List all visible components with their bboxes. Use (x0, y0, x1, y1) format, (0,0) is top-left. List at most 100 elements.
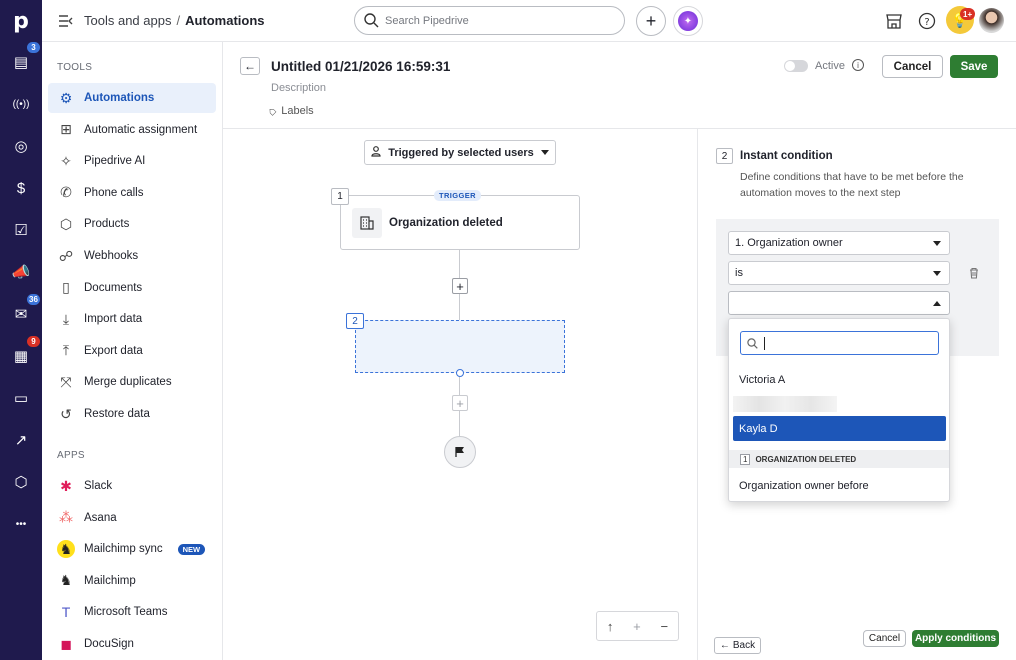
slack-icon: ✱ (60, 477, 72, 494)
organization-icon (352, 208, 382, 238)
trigger-step-label: Organization deleted (389, 217, 503, 229)
zoom-in-icon[interactable]: + (633, 619, 641, 634)
trigger-users-select[interactable]: Triggered by selected users (364, 140, 556, 165)
sidebar-item-automations[interactable]: ⚙ Automations (48, 83, 216, 113)
products-icon[interactable]: ⬡ (0, 466, 42, 498)
help-icon[interactable]: ? (918, 12, 936, 33)
sidebar-item-restore-data[interactable]: ↺ Restore data (48, 399, 216, 429)
sidebar-item-mailchimp-sync[interactable]: ♞ Mailchimp sync NEW (48, 534, 216, 564)
sidebar-item-slack[interactable]: ✱ Slack (48, 471, 216, 501)
automations-icon: ⚙ (59, 89, 73, 106)
step-number-1: 1 (331, 188, 349, 205)
panel-step-number: 2 (716, 148, 733, 164)
panel-description: Define conditions that have to be met be… (740, 171, 964, 199)
caret-down-icon (933, 241, 941, 246)
back-step-button[interactable]: ← Back (714, 637, 761, 654)
arrow-left-icon: ← (244, 59, 256, 73)
contacts-icon[interactable]: ▭ (0, 382, 42, 414)
sidebar-item-automatic-assignment[interactable]: ⊞ Automatic assignment (48, 115, 216, 145)
sidebar-item-docusign[interactable]: ◼ DocuSign (48, 629, 216, 659)
assignment-icon: ⊞ (60, 121, 72, 138)
plus-icon: + (645, 10, 657, 31)
sidebar-item-asana[interactable]: ⁂ Asana (48, 503, 216, 533)
dropdown-option[interactable]: Victoria A (739, 374, 785, 386)
active-toggle[interactable] (784, 60, 808, 72)
quick-add-button[interactable]: + (636, 6, 666, 36)
more-icon[interactable]: ••• (0, 508, 42, 540)
apps-section-label: APPS (57, 450, 85, 461)
sidebar-item-label: Asana (84, 511, 117, 524)
arrow-up-icon[interactable]: ↑ (607, 619, 614, 634)
sidebar-item-mailchimp[interactable]: ♞ Mailchimp (48, 566, 216, 596)
projects-icon[interactable]: ◎ (0, 130, 42, 162)
mailchimp-icon: ♞ (59, 572, 73, 589)
add-step-button[interactable]: + (452, 395, 468, 411)
zoom-out-icon[interactable]: − (661, 619, 669, 634)
leads-icon[interactable]: ((•)) (0, 88, 42, 120)
automation-title[interactable]: Untitled 01/21/2026 16:59:31 (271, 59, 450, 74)
cancel-button[interactable]: Cancel (882, 55, 943, 78)
breadcrumb-parent[interactable]: Tools and apps (84, 13, 171, 28)
step-number-2: 2 (346, 313, 364, 329)
insights-icon[interactable]: ↗ (0, 424, 42, 456)
trigger-tag: TRIGGER (434, 190, 481, 201)
sidebar-item-products[interactable]: ⬡ Products (48, 209, 216, 239)
sidebar-item-pipedrive-ai[interactable]: ✧ Pipedrive AI (48, 146, 216, 176)
export-icon: ⤒ (62, 342, 70, 359)
top-bar: Tools and apps / Automations Search Pipe… (42, 0, 1016, 42)
activities-icon[interactable]: ☑ (0, 214, 42, 246)
automation-header: ← Untitled 01/21/2026 16:59:31 Descripti… (223, 42, 1016, 129)
sidebar-item-phone-calls[interactable]: ✆ Phone calls (48, 178, 216, 208)
sidebar-item-label: DocuSign (84, 638, 134, 650)
dropdown-search-input[interactable] (740, 331, 939, 355)
apply-conditions-button[interactable]: Apply conditions (912, 630, 999, 647)
operator-select[interactable]: is (728, 261, 950, 285)
back-button[interactable]: ← (240, 57, 260, 75)
new-badge: NEW (177, 543, 206, 555)
add-step-button[interactable]: + (452, 278, 468, 294)
field-select[interactable]: 1. Organization owner (728, 231, 950, 255)
active-label: Active (815, 60, 845, 72)
sidebar-item-label: Products (84, 218, 130, 231)
sidebar-item-label: Slack (84, 480, 113, 492)
tag-icon: ⌂ (264, 103, 280, 119)
marketplace-icon[interactable] (885, 12, 903, 33)
money-icon[interactable]: $ (0, 172, 42, 204)
labels-button[interactable]: ⌂ Labels (264, 103, 314, 118)
description-field[interactable]: Description (271, 82, 326, 94)
sidebar-item-microsoft-teams[interactable]: T Microsoft Teams (48, 597, 216, 627)
ai-assistant-button[interactable]: ✦ (673, 6, 703, 36)
rail-badge: 36 (27, 294, 40, 305)
sidebar-item-merge-duplicates[interactable]: ⤧ Merge duplicates (48, 367, 216, 397)
trash-icon[interactable] (969, 267, 979, 282)
sidebar-item-export-data[interactable]: ⤒ Export data (48, 336, 216, 366)
pipedrive-logo[interactable]: p (0, 4, 42, 38)
sidebar-item-label: Mailchimp (84, 574, 136, 587)
save-button[interactable]: Save (950, 55, 998, 78)
dropdown-option[interactable]: Organization owner before (739, 480, 869, 492)
dropdown-option-selected[interactable]: Kayla D (733, 416, 946, 441)
value-select[interactable] (728, 291, 950, 315)
collapse-menu-icon[interactable] (58, 14, 74, 28)
avatar[interactable] (979, 8, 1004, 33)
info-icon[interactable]: i (852, 59, 864, 71)
panel-cancel-button[interactable]: Cancel (863, 630, 906, 647)
dropdown-option[interactable] (733, 396, 837, 412)
labels-text: Labels (281, 105, 314, 117)
campaigns-icon[interactable]: 📣 (0, 256, 42, 288)
sidebar-item-label: Documents (84, 281, 143, 294)
end-flag-icon (444, 436, 476, 468)
phone-icon: ✆ (60, 184, 72, 201)
sidebar-item-documents[interactable]: ▯ Documents (48, 273, 216, 303)
sidebar-item-label: Webhooks (84, 250, 139, 262)
mailchimp-icon: ♞ (57, 540, 75, 559)
teams-icon: T (61, 604, 71, 621)
trigger-step-card[interactable]: TRIGGER Organization deleted (340, 190, 580, 250)
condition-step-card[interactable] (355, 320, 565, 373)
connector-handle[interactable] (456, 369, 464, 377)
search-input[interactable]: Search Pipedrive (354, 6, 625, 35)
tools-sidebar: TOOLS ⚙ Automations ⊞ Automatic assignment ✧… (42, 42, 223, 660)
sidebar-item-import-data[interactable]: ⤓ Import data (48, 304, 216, 334)
sidebar-item-webhooks[interactable]: ☍ Webhooks (48, 241, 216, 271)
search-icon (747, 337, 758, 349)
